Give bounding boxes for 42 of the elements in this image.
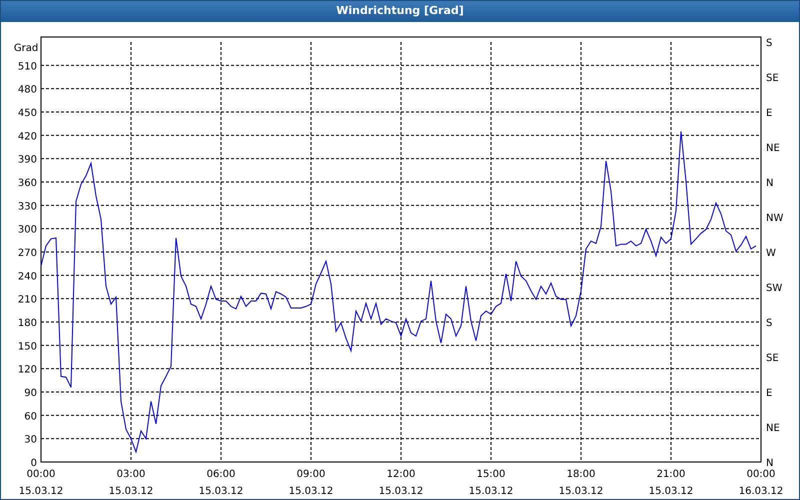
axis-tick-label: 90: [24, 388, 37, 399]
axis-tick-label: 330: [18, 201, 37, 212]
compass-tick-label: SE: [766, 353, 779, 364]
axis-tick-label: 450: [18, 108, 37, 119]
axis-tick-label: 0: [30, 458, 37, 469]
axis-tick-label: 150: [18, 341, 37, 352]
axis-tick-label: 12:00 15.03.12: [378, 469, 424, 497]
axis-tick-label: 240: [18, 271, 37, 282]
axis-tick-label: 360: [18, 178, 37, 189]
axis-tick-label: 18:00 15.03.12: [558, 469, 604, 497]
axis-tick-label: 60: [24, 411, 37, 422]
axis-tick-label: 480: [18, 84, 37, 96]
axis-tick-label: 15:00 15.03.12: [468, 469, 514, 497]
compass-tick-label: W: [766, 248, 776, 259]
compass-tick-label: N: [766, 178, 774, 189]
compass-tick-label: SW: [766, 283, 782, 294]
axis-tick-label: 300: [18, 224, 37, 236]
axis-tick-label: 30: [24, 434, 37, 446]
compass-tick-label: E: [766, 388, 772, 399]
window-title: Windrichtung [Grad]: [1, 1, 799, 22]
axis-tick-label: 210: [18, 294, 37, 306]
compass-tick-label: SE: [766, 73, 779, 84]
compass-tick-label: S: [766, 38, 772, 49]
axis-tick-label: 00:00 15.03.12: [18, 469, 64, 497]
compass-tick-label: NE: [766, 143, 780, 154]
axis-tick-label: 21:00 15.03.12: [648, 469, 694, 497]
axis-tick-label: 420: [18, 131, 37, 142]
axis-tick-label: 390: [18, 154, 37, 166]
axis-tick-label: 03:00 15.03.12: [108, 469, 154, 497]
axis-tick-label: 180: [18, 318, 37, 329]
compass-tick-label: NE: [766, 423, 780, 434]
axis-label: Grad: [14, 43, 38, 54]
axis-tick-label: 06:00 15.03.12: [198, 469, 244, 497]
compass-tick-label: NW: [766, 213, 784, 224]
compass-tick-label: E: [766, 108, 772, 119]
axis-tick-label: 510: [18, 61, 37, 72]
compass-tick-label: S: [766, 318, 772, 329]
axis-tick-label: 120: [18, 364, 37, 376]
compass-tick-label: N: [766, 458, 774, 469]
axis-tick-label: 270: [18, 248, 37, 259]
axis-tick-label: 00:00 16.03.12: [738, 469, 784, 497]
axis-tick-label: 09:00 15.03.12: [288, 469, 334, 497]
